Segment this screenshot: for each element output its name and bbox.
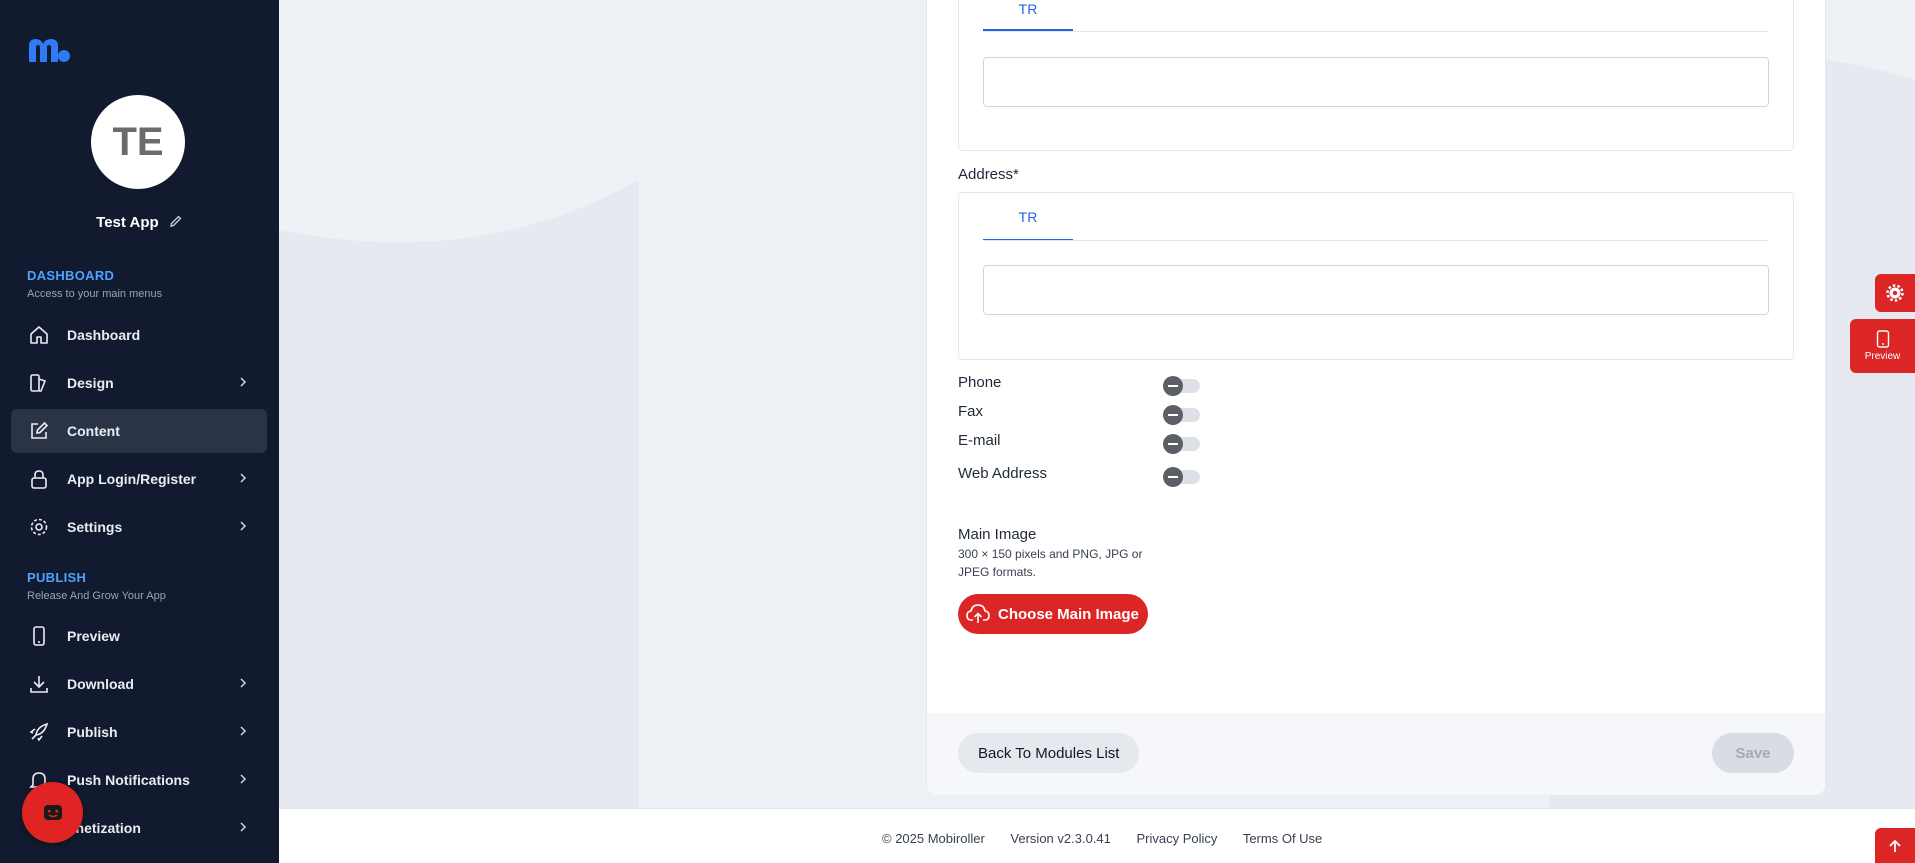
- chevron-right-icon: [240, 822, 247, 832]
- card-footer: Back To Modules List Save: [927, 713, 1825, 795]
- mobiroller-logo[interactable]: [26, 36, 70, 64]
- copyright: © 2025 Mobiroller: [882, 831, 985, 846]
- toggle-label: Phone: [958, 374, 1002, 391]
- scroll-to-top-button[interactable]: [1875, 828, 1915, 863]
- app-name-label: Test App: [96, 214, 159, 231]
- text-input-top[interactable]: [983, 57, 1769, 107]
- main-image-title: Main Image: [958, 526, 1037, 543]
- chevron-right-icon: [240, 726, 247, 736]
- app-name[interactable]: Test App: [0, 214, 279, 232]
- toggle-knob: [1163, 434, 1183, 454]
- terms-of-use-link[interactable]: Terms Of Use: [1243, 831, 1322, 846]
- page-footer: © 2025 Mobiroller Version v2.3.0.41 Priv…: [279, 808, 1915, 863]
- sidebar-item-content[interactable]: Content: [11, 409, 267, 453]
- dashboard-section-subtitle: Access to your main menus: [27, 288, 163, 300]
- sidebar-item-download[interactable]: Download: [11, 662, 267, 706]
- toggle-knob: [1163, 467, 1183, 487]
- web-address-toggle[interactable]: [1163, 467, 1200, 487]
- sidebar-item-settings[interactable]: Settings: [11, 505, 267, 549]
- sidebar-item-label: Dashboard: [67, 327, 141, 343]
- toggle-label: Fax: [958, 403, 984, 420]
- sidebar-item-label: Design: [67, 375, 114, 391]
- fax-toggle-row: Fax: [958, 403, 1200, 425]
- settings-float-button[interactable]: [1875, 274, 1915, 312]
- chevron-right-icon: [240, 473, 247, 483]
- edit-icon: [27, 419, 51, 443]
- sidebar-item-label: Settings: [67, 519, 123, 535]
- dashboard-section-title: DASHBOARD: [27, 268, 115, 283]
- home-icon: [27, 323, 51, 347]
- address-input[interactable]: [983, 265, 1769, 315]
- phone-icon: [27, 624, 51, 648]
- rocket-icon: [27, 720, 51, 744]
- palette-icon: [27, 371, 51, 395]
- sidebar-item-label: Publish: [67, 724, 118, 740]
- arrow-up-icon: [1889, 839, 1901, 852]
- toggle-label: Web Address: [958, 465, 1047, 482]
- phone-toggle[interactable]: [1163, 376, 1200, 396]
- module-form-card: TR Address* TR Phone Fax E-mail Web Addr…: [926, 0, 1826, 795]
- publish-section-subtitle: Release And Grow Your App: [27, 590, 166, 602]
- chevron-right-icon: [240, 678, 247, 688]
- version: Version v2.3.0.41: [1010, 831, 1111, 846]
- divider: [983, 240, 1769, 241]
- lang-box-top: TR: [958, 0, 1794, 151]
- download-icon: [27, 672, 51, 696]
- gear-icon: [27, 515, 51, 539]
- divider: [983, 31, 1769, 32]
- web-address-toggle-row: Web Address: [958, 465, 1200, 487]
- fax-toggle[interactable]: [1163, 405, 1200, 425]
- sidebar-item-preview[interactable]: Preview: [11, 614, 267, 658]
- chat-support-button[interactable]: [22, 782, 83, 843]
- main-area: TR Address* TR Phone Fax E-mail Web Addr…: [279, 0, 1915, 808]
- chat-bot-icon: [43, 804, 62, 820]
- tab-tr-address[interactable]: TR: [983, 209, 1073, 225]
- chevron-right-icon: [240, 521, 247, 531]
- sidebar: TE Test App DASHBOARD Access to your mai…: [0, 0, 279, 863]
- toggle-knob: [1163, 405, 1183, 425]
- sidebar-item-label: Download: [67, 676, 134, 692]
- back-to-modules-button[interactable]: Back To Modules List: [958, 733, 1140, 773]
- chevron-right-icon: [240, 377, 247, 387]
- choose-main-image-label: Choose Main Image: [998, 605, 1139, 623]
- phone-toggle-row: Phone: [958, 374, 1200, 396]
- main-image-hint: 300 × 150 pixels and PNG, JPG or JPEG fo…: [958, 547, 1143, 579]
- gear-icon: [1886, 284, 1904, 302]
- email-toggle-row: E-mail: [958, 432, 1200, 454]
- tab-tr-top[interactable]: TR: [983, 1, 1073, 17]
- sidebar-item-label: Preview: [67, 628, 120, 644]
- toggle-label: E-mail: [958, 432, 1001, 449]
- phone-icon: [1876, 330, 1889, 348]
- cloud-upload-icon: [966, 604, 990, 623]
- save-button[interactable]: Save: [1712, 733, 1794, 773]
- pencil-icon[interactable]: [169, 214, 183, 232]
- sidebar-item-dashboard[interactable]: Dashboard: [11, 313, 267, 357]
- sidebar-item-publish[interactable]: Publish: [11, 710, 267, 754]
- preview-float-button[interactable]: Preview: [1850, 319, 1915, 373]
- preview-float-label: Preview: [1864, 351, 1901, 362]
- lang-box-address: TR: [958, 192, 1794, 360]
- avatar[interactable]: TE: [91, 95, 185, 189]
- sidebar-item-app-login-register[interactable]: App Login/Register: [11, 457, 267, 501]
- address-label: Address*: [958, 166, 1019, 183]
- toggle-knob: [1163, 376, 1183, 396]
- sidebar-item-label: Push Notifications: [67, 772, 190, 788]
- privacy-policy-link[interactable]: Privacy Policy: [1137, 831, 1218, 846]
- sidebar-item-label: Content: [67, 423, 120, 439]
- choose-main-image-button[interactable]: Choose Main Image: [958, 594, 1148, 634]
- email-toggle[interactable]: [1163, 434, 1200, 454]
- sidebar-item-label: App Login/Register: [67, 471, 197, 487]
- chevron-right-icon: [240, 774, 247, 784]
- publish-section-title: PUBLISH: [27, 570, 87, 585]
- lock-icon: [27, 467, 51, 491]
- sidebar-item-design[interactable]: Design: [11, 361, 267, 405]
